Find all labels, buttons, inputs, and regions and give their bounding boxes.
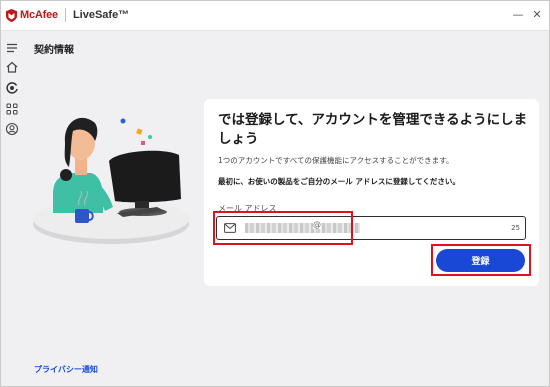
email-at-sign: @ <box>313 220 321 229</box>
register-button[interactable]: 登録 <box>436 249 525 272</box>
privacy-link[interactable]: プライバシー通知 <box>34 364 98 375</box>
mcafee-logo: McAfee LiveSafe™ <box>6 8 129 22</box>
product-name: LiveSafe™ <box>72 9 130 21</box>
card-instruction: 最初に、お使いの製品をご自分のメール アドレスに登録してください。 <box>218 177 460 186</box>
woman-at-computer-illustration <box>33 117 189 244</box>
char-count: 25 <box>511 224 520 232</box>
minimize-button[interactable]: — <box>511 9 525 21</box>
apps-grid-icon[interactable] <box>5 102 19 116</box>
email-label: メール アドレス <box>218 204 277 213</box>
mail-icon <box>224 223 236 233</box>
card-headline: では登録して、アカウントを管理できるようにしましょう <box>218 112 528 147</box>
title-divider <box>64 8 66 22</box>
app-window: McAfee LiveSafe™ — ✕ 契約情報 では登録して、アカウントを管… <box>0 0 550 387</box>
close-button[interactable]: ✕ <box>530 9 544 21</box>
email-field[interactable]: @ 25 <box>216 216 526 240</box>
home-icon[interactable] <box>5 60 19 74</box>
mcafee-shield-icon <box>6 8 17 22</box>
registration-card: では登録して、アカウントを管理できるようにしましょう 1つのアカウントですべての… <box>204 99 539 286</box>
email-value-blurred <box>245 223 360 233</box>
sidebar <box>1 32 23 386</box>
menu-icon[interactable] <box>5 41 19 55</box>
card-subtext: 1つのアカウントですべての保護機能にアクセスすることができます。 <box>218 156 454 165</box>
title-bar: McAfee LiveSafe™ — ✕ <box>1 1 549 31</box>
page-title: 契約情報 <box>34 45 74 56</box>
account-icon[interactable] <box>5 122 19 136</box>
security-icon[interactable] <box>5 81 19 95</box>
brand-name: McAfee <box>20 9 58 21</box>
